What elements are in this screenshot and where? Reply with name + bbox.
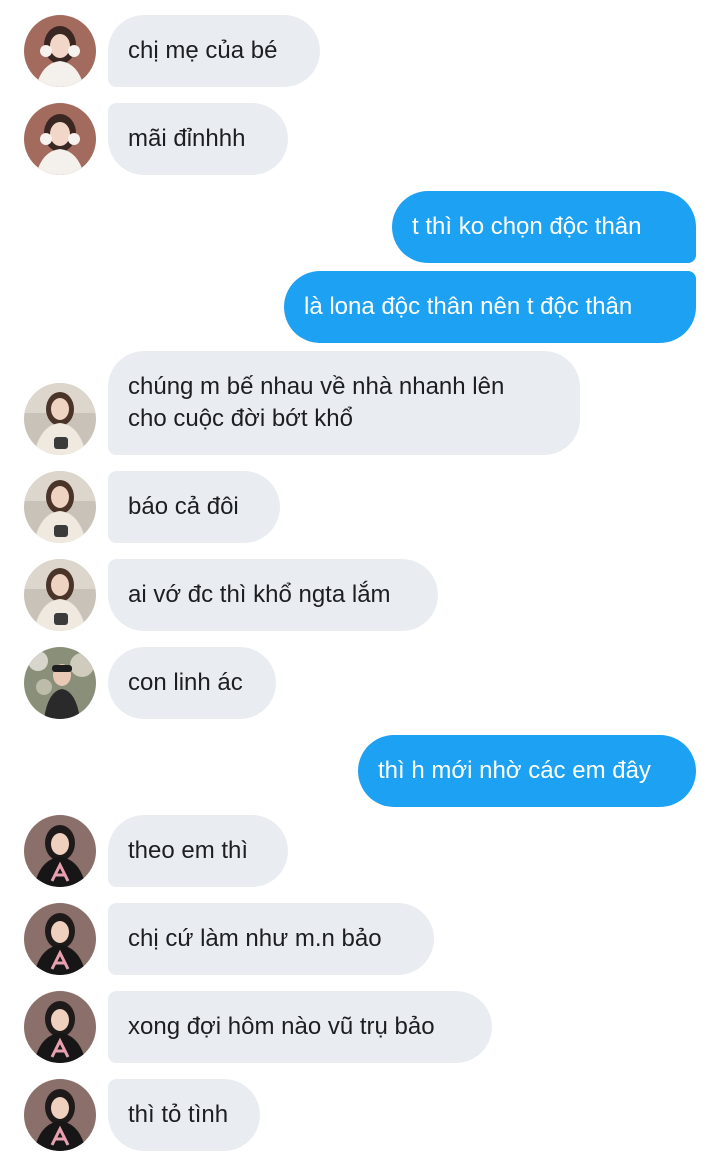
- avatar-image-icon: [24, 903, 96, 975]
- message-bubble[interactable]: thì h mới nhờ các em đây: [358, 735, 696, 807]
- sender-avatar[interactable]: [24, 559, 96, 631]
- message-text: thì tỏ tình: [128, 1101, 229, 1128]
- message-text: thì h mới nhờ các em đây: [378, 757, 651, 784]
- message-bubble[interactable]: con linh ác: [108, 647, 276, 719]
- message-bubble[interactable]: chị cứ làm như m.n bảo: [108, 903, 434, 975]
- message-text: là lona độc thân nên t độc thân: [304, 293, 633, 320]
- sender-avatar[interactable]: [24, 383, 96, 455]
- sender-avatar[interactable]: [24, 647, 96, 719]
- sender-avatar[interactable]: [24, 15, 96, 87]
- avatar-image-icon: [24, 383, 96, 455]
- sender-avatar[interactable]: [24, 1079, 96, 1151]
- message-bubble[interactable]: t thì ko chọn độc thân: [392, 191, 696, 263]
- avatar-image-icon: [24, 1079, 96, 1151]
- avatar-image-icon: [24, 471, 96, 543]
- sender-avatar[interactable]: [24, 815, 96, 887]
- message-bubble[interactable]: thì tỏ tình: [108, 1079, 260, 1151]
- message-text: t thì ko chọn độc thân: [412, 213, 642, 240]
- chat-thread: chị mẹ của bé mãi đỉnhhh t thì ko chọn đ…: [0, 0, 720, 1160]
- message-bubble[interactable]: là lona độc thân nên t độc thân: [284, 271, 696, 343]
- avatar-image-icon: [24, 647, 96, 719]
- message-text: chị mẹ của bé: [128, 37, 278, 64]
- message-text: theo em thì: [128, 837, 249, 864]
- message-bubble[interactable]: xong đợi hôm nào vũ trụ bảo: [108, 991, 492, 1063]
- message-text: chị cứ làm như m.n bảo: [128, 925, 382, 952]
- avatar-image-icon: [24, 991, 96, 1063]
- message-text: xong đợi hôm nào vũ trụ bảo: [128, 1013, 435, 1040]
- sender-avatar[interactable]: [24, 103, 96, 175]
- message-bubble[interactable]: mãi đỉnhhh: [108, 103, 288, 175]
- message-bubble[interactable]: chúng m bế nhau về nhà nhanh lên cho cuộ…: [108, 351, 580, 455]
- message-text: báo cả đôi: [128, 493, 239, 520]
- avatar-image-icon: [24, 559, 96, 631]
- message-text: ai vớ đc thì khổ ngta lắm: [128, 581, 391, 608]
- sender-avatar[interactable]: [24, 903, 96, 975]
- message-text-line: cho cuộc đời bớt khổ: [128, 405, 353, 432]
- message-bubble[interactable]: ai vớ đc thì khổ ngta lắm: [108, 559, 438, 631]
- avatar-image-icon: [24, 15, 96, 87]
- avatar-image-icon: [24, 815, 96, 887]
- message-text: mãi đỉnhhh: [128, 125, 246, 152]
- message-bubble[interactable]: chị mẹ của bé: [108, 15, 320, 87]
- avatar-image-icon: [24, 103, 96, 175]
- message-text: con linh ác: [128, 669, 243, 696]
- sender-avatar[interactable]: [24, 471, 96, 543]
- message-text-line: chúng m bế nhau về nhà nhanh lên: [128, 373, 505, 400]
- message-bubble[interactable]: báo cả đôi: [108, 471, 280, 543]
- sender-avatar[interactable]: [24, 991, 96, 1063]
- message-bubble[interactable]: theo em thì: [108, 815, 288, 887]
